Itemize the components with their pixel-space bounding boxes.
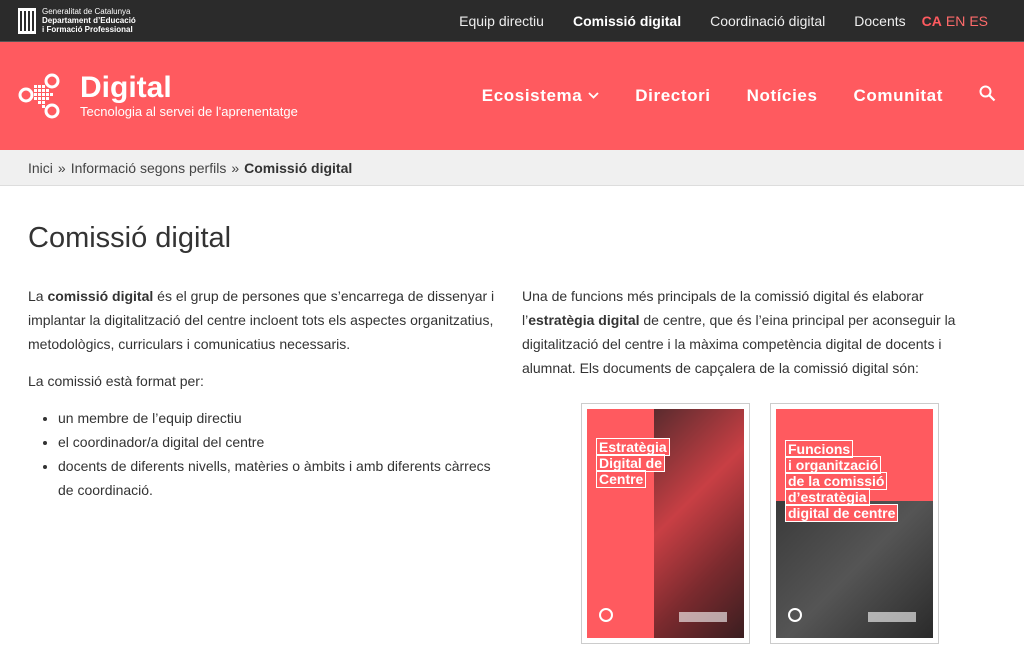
mainnav-item-directori[interactable]: Directori	[635, 86, 710, 106]
breadcrumb: Inici » Informació segons perfils » Comi…	[0, 150, 1024, 186]
list-item: un membre de l’equip directiu	[58, 406, 502, 430]
gencat-text: Generalitat de Catalunya Departament d’E…	[42, 7, 136, 34]
cover-funcions-organitzacio: Funcions i organització de la comissió d…	[776, 409, 933, 638]
cover-title-line: Centre	[595, 470, 647, 488]
brand-name: Digital Tecnologia al servei de l'aprene…	[80, 70, 298, 120]
cover-title-line: Digital de	[595, 454, 666, 472]
page-title: Comissió digital	[28, 222, 232, 254]
cover-title-line: d’estratègia	[785, 488, 870, 506]
breadcrumb-current: Comissió digital	[244, 159, 353, 176]
strategy-text-bold: estratègia digital	[528, 312, 640, 328]
main-nav: Ecosistema Directori Notícies Comunitat	[482, 85, 1008, 107]
search-icon[interactable]	[979, 85, 996, 107]
left-column: La comissió digital és el grup de person…	[28, 284, 502, 644]
members-intro: La comissió està format per:	[28, 373, 204, 389]
breadcrumb-separator: »	[231, 159, 240, 176]
mainnav-item-noticies[interactable]: Notícies	[747, 86, 818, 106]
brand-title: Digital	[80, 70, 172, 104]
chevron-down-icon	[588, 88, 599, 102]
topnav-item-comissio-digital[interactable]: Comissió digital	[573, 13, 681, 29]
strategy-paragraph: Una de funcions més principals de la com…	[522, 284, 996, 380]
cover-title-line: i organització	[784, 456, 882, 474]
list-item: docents de diferents nivells, matèries o…	[58, 454, 502, 502]
right-column: Una de funcions més principals de la com…	[522, 284, 996, 644]
intro-text-a: La	[28, 288, 48, 304]
breadcrumb-separator: »	[57, 159, 66, 176]
cover-title-line: Funcions	[784, 440, 854, 458]
lang-ca[interactable]: CA	[922, 13, 942, 29]
topnav-item-equip-directiu[interactable]: Equip directiu	[459, 13, 544, 29]
document-covers: Estratègia Digital de Centre Funcions i	[581, 403, 996, 644]
digital-logo-icon	[599, 608, 613, 622]
content-columns: La comissió digital és el grup de person…	[28, 284, 996, 644]
breadcrumb-home[interactable]: Inici	[28, 160, 53, 176]
cover-title-line: digital de centre	[784, 504, 899, 522]
top-bar: Generalitat de Catalunya Departament d’E…	[0, 0, 1024, 42]
cover-title-line: de la comissió	[784, 472, 888, 490]
gencat-logo-link[interactable]: Generalitat de Catalunya Departament d’E…	[18, 7, 136, 34]
lang-en[interactable]: EN	[946, 13, 965, 29]
gencat-line3: i Formació Professional	[42, 25, 133, 34]
brand-link[interactable]: Digital Tecnologia al servei de l'aprene…	[16, 71, 298, 121]
topnav-item-docents[interactable]: Docents	[854, 13, 905, 29]
brand-subtitle: Tecnologia al servei de l'aprenentatge	[80, 103, 298, 119]
cover-estrategia-digital-link[interactable]: Estratègia Digital de Centre	[581, 403, 750, 644]
members-list: un membre de l’equip directiu el coordin…	[28, 406, 502, 502]
digital-logo-icon	[788, 608, 802, 622]
intro-paragraph: La comissió digital és el grup de person…	[28, 284, 502, 356]
site-header: Digital Tecnologia al servei de l'aprene…	[0, 42, 1024, 150]
mainnav-ecosistema-label: Ecosistema	[481, 86, 583, 105]
language-switcher: CA EN ES	[922, 13, 988, 29]
cover-title: Estratègia Digital de Centre	[595, 438, 670, 488]
mainnav-item-ecosistema[interactable]: Ecosistema	[482, 86, 600, 106]
cover-title-line: Estratègia	[596, 438, 670, 456]
main-content: Comissió digital La comissió digital és …	[0, 186, 1024, 644]
gencat-line2: Departament d’Educació	[42, 16, 136, 25]
intro-text-bold: comissió digital	[47, 288, 154, 304]
cover-footer-logos	[868, 612, 916, 622]
topnav-item-coordinacio-digital[interactable]: Coordinació digital	[710, 13, 825, 29]
cover-title: Funcions i organització de la comissió d…	[784, 440, 899, 522]
top-nav: Equip directiu Comissió digital Coordina…	[459, 13, 906, 29]
lang-es[interactable]: ES	[969, 13, 988, 29]
cover-funcions-organitzacio-link[interactable]: Funcions i organització de la comissió d…	[770, 403, 939, 644]
cover-footer-logos	[679, 612, 727, 622]
cover-estrategia-digital: Estratègia Digital de Centre	[587, 409, 744, 638]
mainnav-item-comunitat[interactable]: Comunitat	[854, 86, 943, 106]
digital-logo-icon	[18, 73, 60, 119]
list-item: el coordinador/a digital del centre	[58, 430, 502, 454]
breadcrumb-section[interactable]: Informació segons perfils	[71, 160, 227, 176]
gencat-logo-icon	[18, 7, 36, 34]
gencat-line1: Generalitat de Catalunya	[42, 7, 131, 16]
